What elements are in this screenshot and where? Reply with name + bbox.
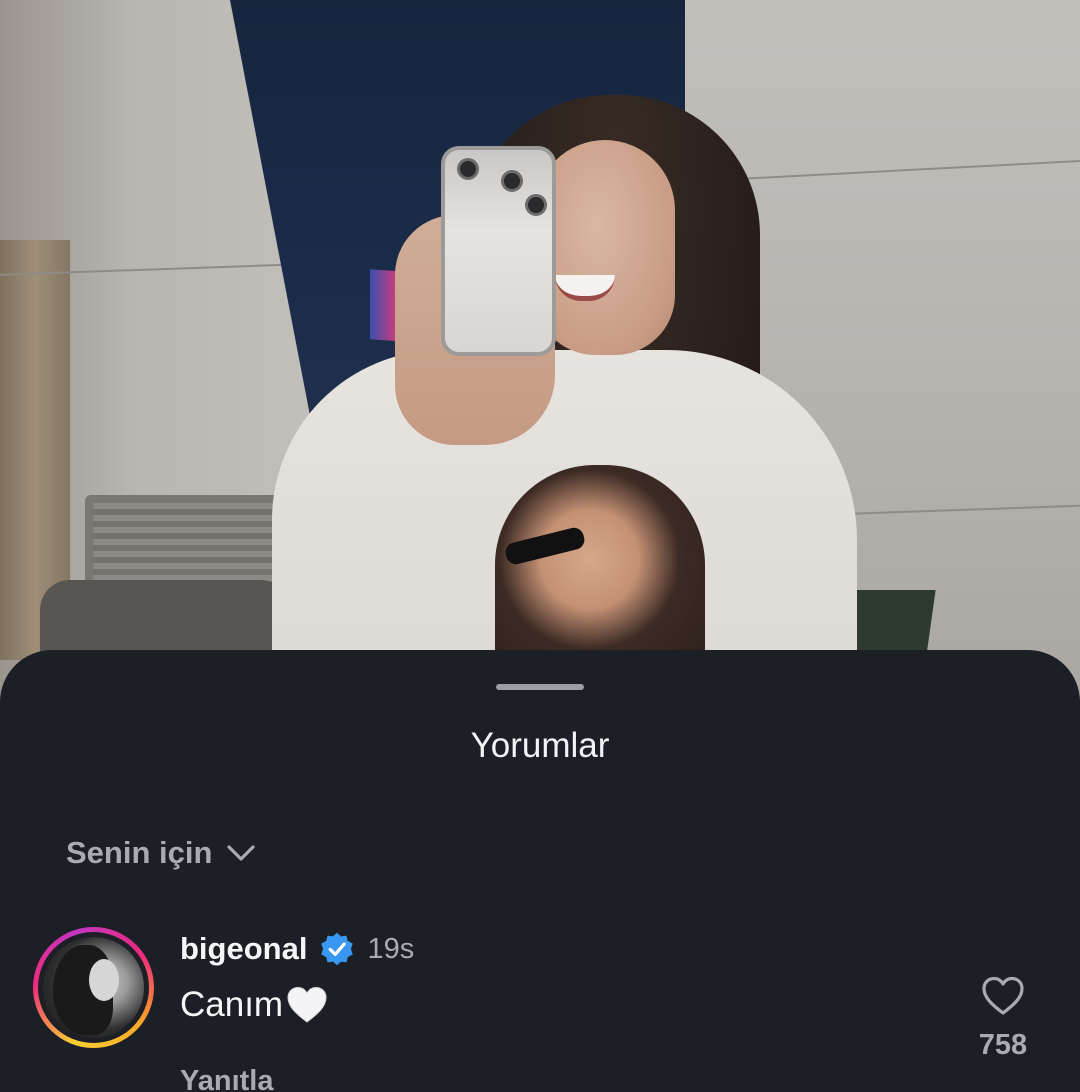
comment-header: bigeonal 19s [180, 925, 414, 973]
sheet-drag-handle[interactable] [496, 684, 584, 690]
reply-button[interactable]: Yanıtla [180, 1061, 274, 1092]
photo-phone-camera [457, 158, 479, 180]
avatar-story-ring[interactable] [33, 927, 154, 1048]
heart-icon[interactable] [980, 975, 1026, 1017]
background-photo [0, 0, 1080, 700]
photo-sweater-print [495, 465, 705, 675]
photo-phone-camera [501, 170, 523, 192]
avatar [43, 937, 144, 1038]
comment-body: Canım [180, 981, 329, 1029]
chevron-down-icon [227, 845, 256, 861]
comment-sort-label: Senin için [66, 835, 213, 870]
sheet-title: Yorumlar [470, 726, 610, 765]
white-heart-emoji-icon [287, 986, 327, 1023]
avatar-face [89, 959, 119, 1001]
verified-badge-icon [321, 932, 354, 966]
comment-text: Canım [180, 985, 284, 1024]
like-count: 758 [978, 1029, 1028, 1061]
screen: Yorumlar Senin için bigeonal 19s Canım Y… [0, 0, 1080, 1092]
avatar-gap [38, 932, 149, 1043]
comments-sheet: Yorumlar Senin için bigeonal 19s Canım Y… [0, 650, 1080, 1092]
photo-face [535, 140, 675, 355]
photo-phone-camera [525, 194, 547, 216]
photo-phone [441, 146, 556, 356]
comment-item: bigeonal 19s Canım Yanıtla 758 [0, 925, 1080, 1092]
comment-username[interactable]: bigeonal [180, 925, 307, 973]
comment-sort-dropdown[interactable]: Senin için [66, 833, 256, 873]
comment-time: 19s [367, 933, 415, 965]
